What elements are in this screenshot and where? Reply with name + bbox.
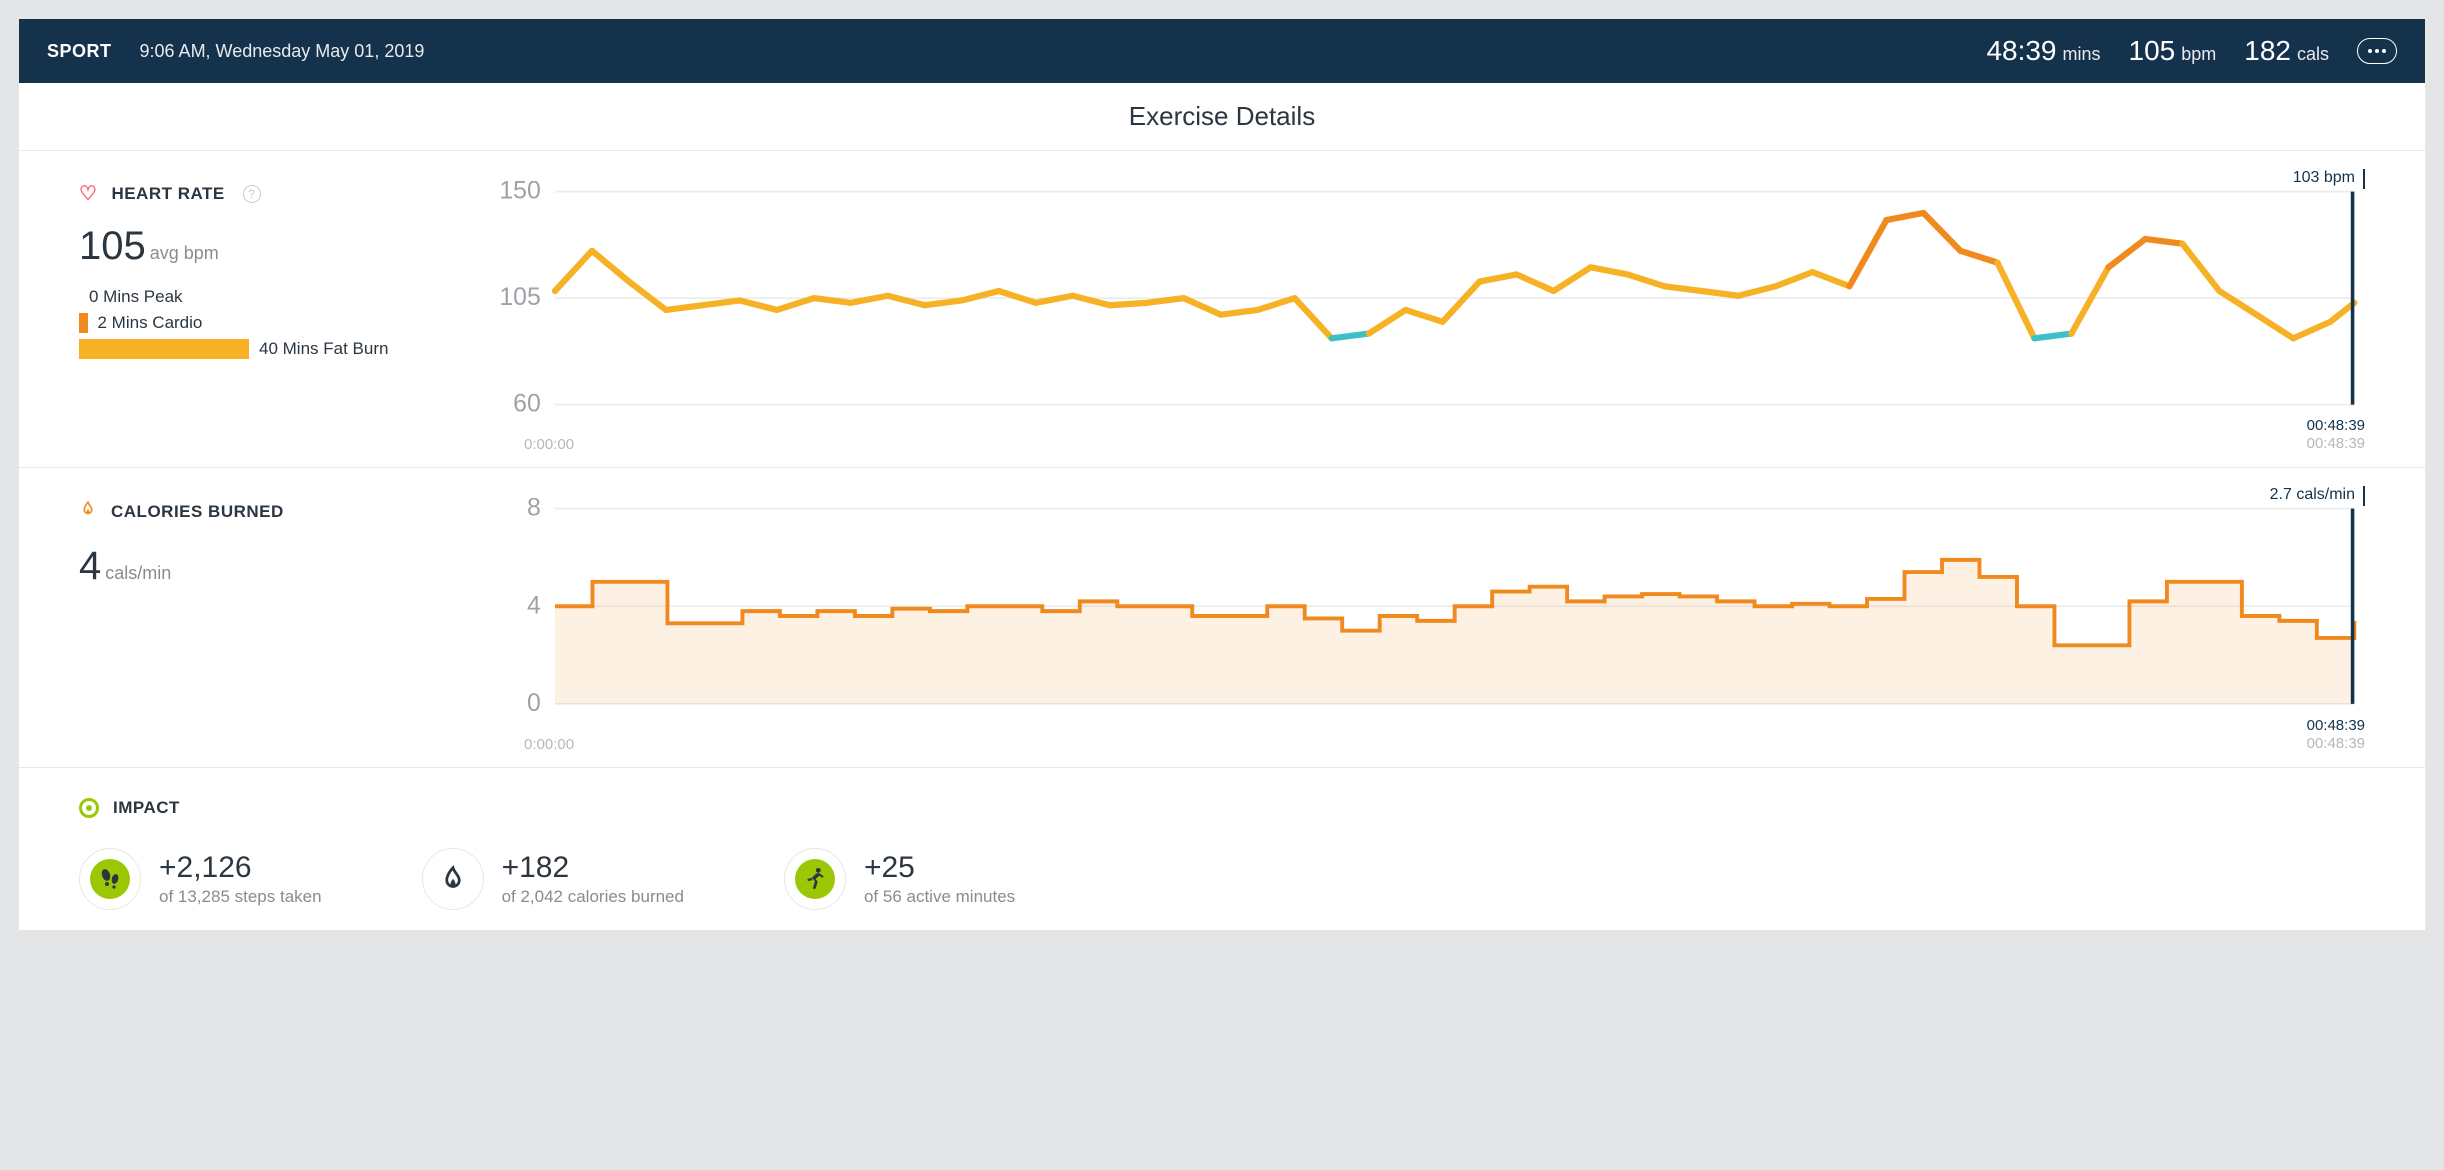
heart-rate-chart[interactable]: 103 bpm 60105150 0:00:00 00:48:39 00:48:… <box>484 181 2365 447</box>
heart-rate-section: ♡ HEART RATE ? 105avg bpm 0 Mins Peak 2 … <box>19 151 2425 468</box>
impact-cals-sub: of 2,042 calories burned <box>502 887 684 907</box>
cal-end-value: 2.7 cals/min <box>2270 486 2365 506</box>
svg-text:8: 8 <box>527 498 541 522</box>
svg-text:105: 105 <box>499 284 540 311</box>
heart-icon: ♡ <box>79 181 97 206</box>
active-icon <box>784 848 846 910</box>
more-options-button[interactable] <box>2357 38 2397 64</box>
impact-cals-value: +182 <box>502 851 684 885</box>
impact-label: IMPACT <box>113 798 180 818</box>
header-calories: 182 cals <box>2244 35 2329 67</box>
impact-calories: +182 of 2,042 calories burned <box>422 848 684 910</box>
zone-fat-row: 40 Mins Fat Burn <box>79 339 454 359</box>
impact-active-sub: of 56 active minutes <box>864 887 1015 907</box>
svg-text:0: 0 <box>527 690 541 717</box>
impact-active-value: +25 <box>864 851 1015 885</box>
impact-section: IMPACT +2,126 of 13,285 steps taken +182… <box>19 768 2425 930</box>
calories-label: CALORIES BURNED <box>111 502 284 522</box>
exercise-detail-card: SPORT 9:06 AM, Wednesday May 01, 2019 48… <box>18 18 2426 931</box>
impact-steps-sub: of 13,285 steps taken <box>159 887 322 907</box>
steps-icon <box>79 848 141 910</box>
cal-end-time-total: 00:48:39 <box>2307 735 2365 753</box>
hr-zone-list: 0 Mins Peak 2 Mins Cardio 40 Mins Fat Bu… <box>79 287 454 359</box>
calories-section: CALORIES BURNED 4cals/min 2.7 cals/min 0… <box>19 468 2425 767</box>
cal-start-time: 0:00:00 <box>524 736 574 753</box>
zone-peak-row: 0 Mins Peak <box>79 287 454 307</box>
hr-end-time-total: 00:48:39 <box>2307 435 2365 453</box>
help-icon[interactable]: ? <box>243 185 261 203</box>
hr-start-time: 0:00:00 <box>524 436 574 453</box>
calories-chart[interactable]: 2.7 cals/min 048 0:00:00 00:48:39 00:48:… <box>484 498 2365 746</box>
heart-rate-label: HEART RATE <box>111 184 224 204</box>
header-heart-rate: 105 bpm <box>2129 35 2217 67</box>
header-duration: 48:39 mins <box>1986 35 2100 67</box>
calories-rate: 4cals/min <box>79 544 454 589</box>
zone-cardio-row: 2 Mins Cardio <box>79 313 454 333</box>
hr-end-value: 103 bpm <box>2293 169 2365 189</box>
calories-impact-icon <box>422 848 484 910</box>
hr-end-time: 00:48:39 <box>2307 417 2365 435</box>
cal-end-time: 00:48:39 <box>2307 717 2365 735</box>
impact-active-minutes: +25 of 56 active minutes <box>784 848 1015 910</box>
activity-datetime: 9:06 AM, Wednesday May 01, 2019 <box>140 41 425 62</box>
page-title: Exercise Details <box>19 83 2425 151</box>
flame-icon <box>79 498 97 526</box>
svg-text:4: 4 <box>527 593 541 620</box>
impact-steps-value: +2,126 <box>159 851 322 885</box>
impact-steps: +2,126 of 13,285 steps taken <box>79 848 322 910</box>
avg-heart-rate: 105avg bpm <box>79 224 454 269</box>
svg-text:150: 150 <box>499 181 540 205</box>
target-icon <box>79 798 99 818</box>
activity-type: SPORT <box>47 41 112 62</box>
svg-text:60: 60 <box>513 391 541 418</box>
activity-header: SPORT 9:06 AM, Wednesday May 01, 2019 48… <box>19 19 2425 83</box>
